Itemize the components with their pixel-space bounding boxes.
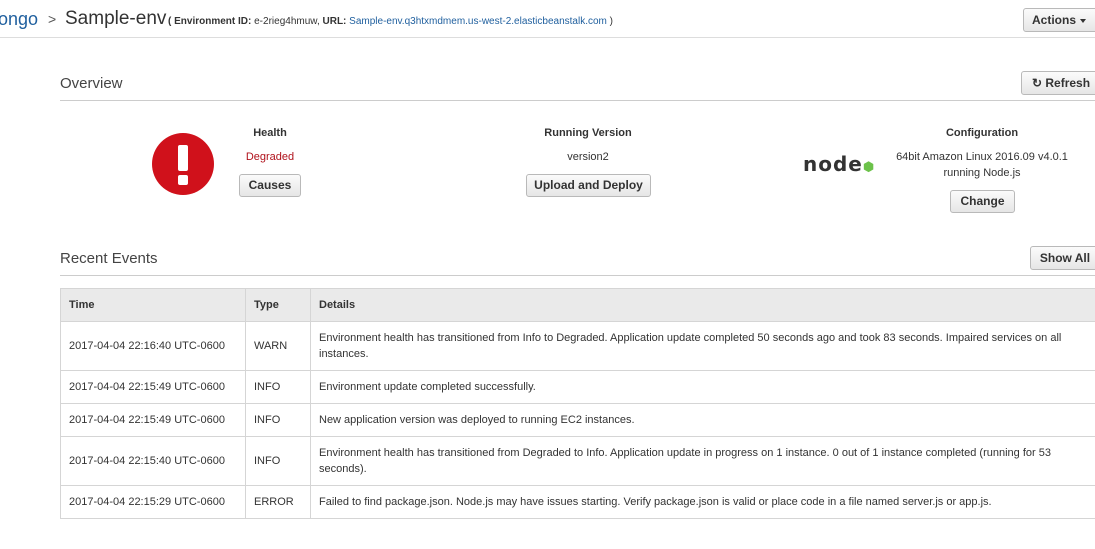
table-row: 2017-04-04 22:16:40 UTC-0600 WARN Enviro… — [60, 321, 1095, 371]
event-details: Failed to find package.json. Node.js may… — [310, 485, 1095, 519]
event-time: 2017-04-04 22:15:49 UTC-0600 — [60, 403, 246, 437]
table-row: 2017-04-04 22:15:40 UTC-0600 INFO Enviro… — [60, 436, 1095, 486]
configuration-runtime: running Node.js — [943, 167, 1021, 179]
health-value: Degraded — [245, 151, 295, 163]
exclamation-dot — [178, 175, 188, 185]
table-row: 2017-04-04 22:15:49 UTC-0600 INFO Enviro… — [60, 370, 1095, 404]
page-title: Sample-env — [65, 8, 167, 29]
event-details: Environment update completed successfull… — [310, 370, 1095, 404]
configuration-platform: 64bit Amazon Linux 2016.09 v4.0.1 — [896, 151, 1068, 163]
column-header-details[interactable]: Details — [310, 288, 1095, 322]
event-type: INFO — [245, 370, 311, 404]
exclamation-bar — [178, 145, 188, 171]
event-time: 2017-04-04 22:15:29 UTC-0600 — [60, 485, 246, 519]
breadcrumb-separator: > — [48, 11, 57, 27]
column-header-time[interactable]: Time — [60, 288, 246, 322]
actions-label: Actions — [1031, 13, 1076, 27]
refresh-icon: ↻ — [1031, 76, 1043, 90]
event-time: 2017-04-04 22:15:40 UTC-0600 — [60, 436, 246, 486]
table-row: 2017-04-04 22:15:49 UTC-0600 INFO New ap… — [60, 403, 1095, 437]
url-label: URL: — [322, 16, 347, 27]
overview-divider — [60, 100, 1095, 101]
configuration-label: Configuration — [945, 127, 1019, 139]
env-id-label: ( Environment ID: — [168, 16, 252, 27]
column-header-type[interactable]: Type — [245, 288, 311, 322]
env-url-link[interactable]: Sample-env.q3htxmdmem.us-west-2.elasticb… — [349, 16, 607, 27]
upload-deploy-button[interactable]: Upload and Deploy — [526, 174, 651, 197]
event-type: INFO — [245, 436, 311, 486]
event-time: 2017-04-04 22:16:40 UTC-0600 — [60, 321, 246, 371]
events-divider — [60, 275, 1095, 276]
recent-events-title: Recent Events — [60, 250, 158, 267]
env-info-close: ) — [609, 16, 613, 27]
event-details: Environment health has transitioned from… — [310, 321, 1095, 371]
hexagon-icon: ⬢ — [862, 160, 876, 175]
env-id-value: e-2rieg4hmuw, — [254, 16, 320, 27]
nodejs-logo-text: node — [803, 152, 863, 176]
nodejs-logo: node⬢ — [803, 152, 875, 176]
show-all-button[interactable]: Show All — [1030, 246, 1095, 270]
health-status-icon — [152, 133, 214, 195]
events-table: Time Type Details 2017-04-04 22:16:40 UT… — [60, 288, 1095, 519]
refresh-label: Refresh — [1045, 76, 1091, 90]
causes-button[interactable]: Causes — [239, 174, 301, 197]
event-details: New application version was deployed to … — [310, 403, 1095, 437]
refresh-button[interactable]: ↻ Refresh — [1021, 71, 1095, 95]
change-button[interactable]: Change — [950, 190, 1015, 213]
event-details: Environment health has transitioned from… — [310, 436, 1095, 486]
event-type: ERROR — [245, 485, 311, 519]
top-bar: ongo > Sample-env ( Environment ID: e-2r… — [0, 0, 1095, 38]
table-header-row: Time Type Details — [60, 288, 1095, 322]
event-time: 2017-04-04 22:15:49 UTC-0600 — [60, 370, 246, 404]
actions-button[interactable]: Actions — [1023, 8, 1095, 32]
caret-down-icon — [1080, 18, 1086, 23]
breadcrumb-app-link[interactable]: ongo — [0, 9, 38, 30]
running-version-label: Running Version — [544, 127, 632, 139]
table-row: 2017-04-04 22:15:29 UTC-0600 ERROR Faile… — [60, 485, 1095, 519]
environment-info: ( Environment ID: e-2rieg4hmuw, URL: Sam… — [168, 16, 613, 27]
running-version-value: version2 — [567, 151, 609, 163]
health-label: Health — [253, 127, 287, 139]
overview-title: Overview — [60, 75, 123, 92]
event-type: WARN — [245, 321, 311, 371]
event-type: INFO — [245, 403, 311, 437]
